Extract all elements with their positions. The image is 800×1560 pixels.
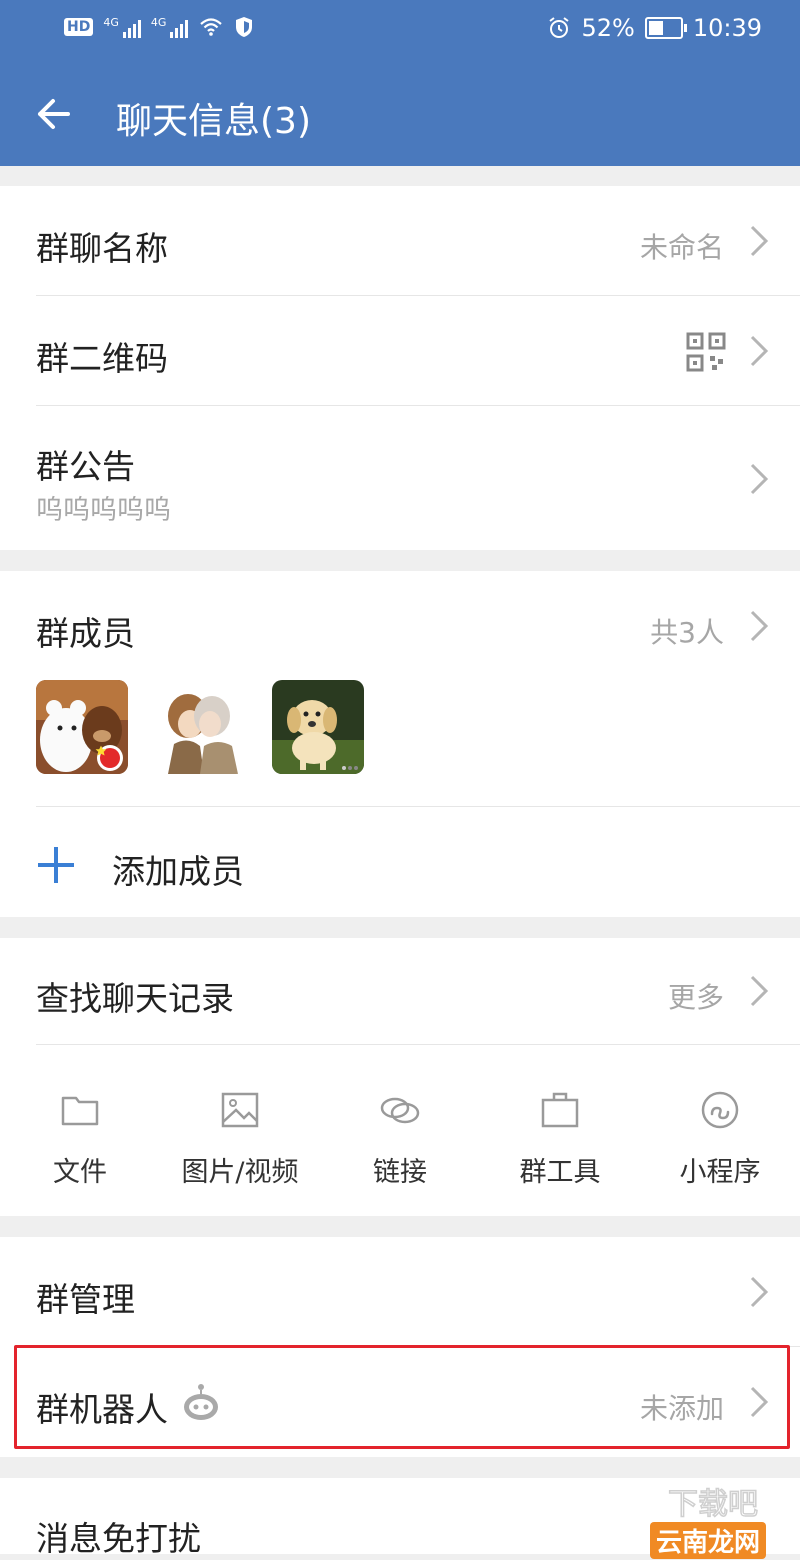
member-avatar-puppy[interactable] — [272, 680, 364, 774]
plus-icon — [38, 847, 74, 883]
mini-program-icon — [701, 1091, 739, 1129]
group-qr-label: 群二维码 — [36, 339, 168, 378]
chevron-right-icon — [750, 610, 769, 642]
tool-label: 小程序 — [679, 1157, 761, 1188]
status-bar: HD 4G 4G 52% 10:39 — [0, 0, 800, 62]
folder-icon — [61, 1096, 99, 1126]
tool-label: 群工具 — [519, 1157, 601, 1188]
more-link: 更多 — [667, 981, 724, 1014]
search-history-row[interactable]: 查找聊天记录 更多 — [0, 938, 800, 1044]
briefcase-icon — [541, 1092, 579, 1128]
wifi-icon — [200, 18, 223, 36]
do-not-disturb-label: 消息免打扰 — [36, 1519, 201, 1558]
group-notice-content: 呜呜呜呜呜 — [36, 495, 171, 526]
tool-mini-programs[interactable]: 小程序 — [655, 1088, 785, 1189]
chevron-right-icon — [750, 225, 769, 257]
qr-code-icon — [686, 332, 726, 372]
add-member-row[interactable]: 添加成员 — [0, 807, 800, 917]
group-notice-row[interactable]: 群公告 呜呜呜呜呜 — [0, 406, 800, 550]
image-icon — [221, 1092, 259, 1128]
clock: 10:39 — [692, 14, 762, 42]
tool-label: 文件 — [53, 1157, 107, 1188]
alarm-icon — [549, 17, 570, 38]
search-history-label: 查找聊天记录 — [36, 979, 234, 1018]
chevron-right-icon — [750, 463, 769, 495]
watermark-text: 云南龙网 — [649, 1522, 766, 1559]
link-icon — [380, 1097, 420, 1124]
group-manage-label: 群管理 — [36, 1280, 135, 1319]
add-member-label: 添加成员 — [112, 852, 244, 891]
members-count: 共3人 — [650, 616, 724, 649]
tool-label: 链接 — [373, 1157, 427, 1188]
members-label: 群成员 — [36, 614, 135, 653]
tool-files[interactable]: 文件 — [15, 1088, 145, 1189]
highlight-box — [14, 1345, 790, 1449]
battery-percent: 52% — [581, 14, 635, 42]
battery-icon — [644, 17, 687, 39]
tool-images-videos[interactable]: 图片/视频 — [175, 1088, 305, 1189]
chevron-right-icon — [750, 975, 769, 1007]
member-avatar-couple[interactable] — [154, 680, 246, 774]
chevron-right-icon — [750, 1276, 769, 1308]
signal-icon-sim2: 4G — [151, 16, 189, 38]
group-name-value: 未命名 — [639, 231, 724, 264]
group-manage-row[interactable]: 群管理 — [0, 1237, 800, 1347]
member-avatar-bears[interactable] — [36, 680, 128, 774]
tool-label: 图片/视频 — [181, 1157, 299, 1188]
tool-links[interactable]: 链接 — [335, 1088, 465, 1189]
group-notice-label: 群公告 — [36, 447, 135, 486]
tool-group-tools[interactable]: 群工具 — [495, 1088, 625, 1189]
app-bar: HD 4G 4G 52% 10:39 聊天信息(3) — [0, 0, 800, 166]
page-title: 聊天信息(3) — [116, 101, 311, 142]
svg-text:下载吧: 下载吧 — [668, 1487, 758, 1522]
hd-badge: HD — [64, 18, 94, 36]
signal-icon-sim1: 4G — [103, 16, 141, 38]
group-name-row[interactable]: 群聊名称 未命名 — [0, 186, 800, 296]
back-arrow-icon[interactable] — [34, 94, 74, 134]
group-info-card: 群聊名称 未命名 群二维码 群公告 呜呜呜呜呜 — [0, 186, 800, 550]
members-header-row[interactable]: 群成员 共3人 — [0, 571, 800, 681]
shield-icon — [236, 17, 253, 37]
group-name-label: 群聊名称 — [36, 229, 168, 268]
group-qr-row[interactable]: 群二维码 — [0, 296, 800, 406]
chevron-right-icon — [750, 335, 769, 367]
title-bar: 聊天信息(3) — [0, 62, 800, 166]
